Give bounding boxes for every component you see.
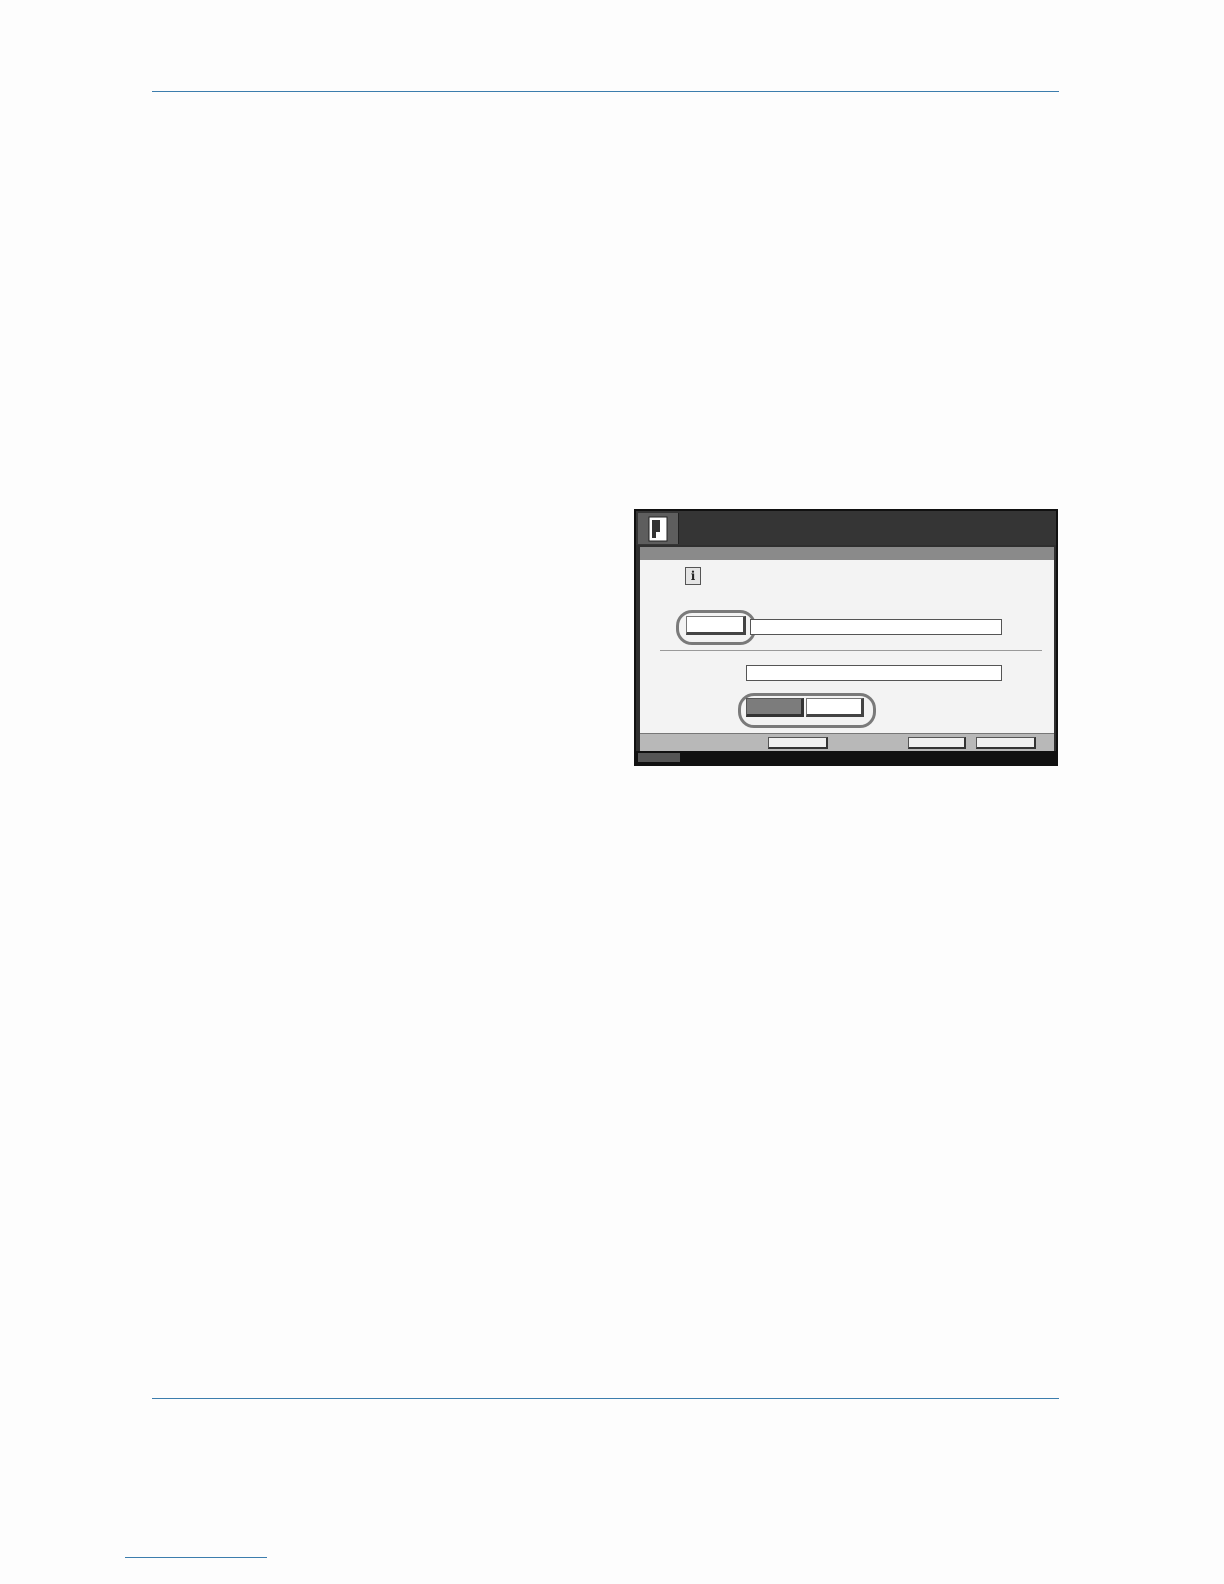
panel-title-bar: [636, 511, 1056, 545]
panel-bottom-center-button[interactable]: [768, 737, 828, 749]
panel-divider: [660, 650, 1042, 651]
panel-toggle-on-button[interactable]: [746, 698, 804, 717]
panel-toggle-off-button[interactable]: [806, 698, 864, 717]
header-rule: [152, 91, 1059, 92]
footnote-rule: [125, 1557, 267, 1558]
info-icon: i: [685, 567, 701, 585]
panel-status-tab: [638, 753, 680, 762]
panel-status-bar: [636, 751, 1056, 764]
panel-input-field[interactable]: [750, 619, 1002, 635]
panel-body: i: [640, 547, 1054, 733]
panel-subtitle-bar: [640, 547, 1054, 560]
panel-bottom-left-button[interactable]: [908, 737, 966, 749]
panel-bottom-right-button[interactable]: [976, 737, 1036, 749]
panel-icon-box: [638, 513, 679, 544]
panel-second-field[interactable]: [746, 665, 1002, 681]
panel-select-button[interactable]: [686, 616, 746, 635]
footer-rule: [152, 1398, 1059, 1399]
device-screen-illustration: i: [634, 509, 1058, 766]
document-icon: [648, 516, 668, 542]
panel-bottom-bar: [640, 733, 1054, 751]
